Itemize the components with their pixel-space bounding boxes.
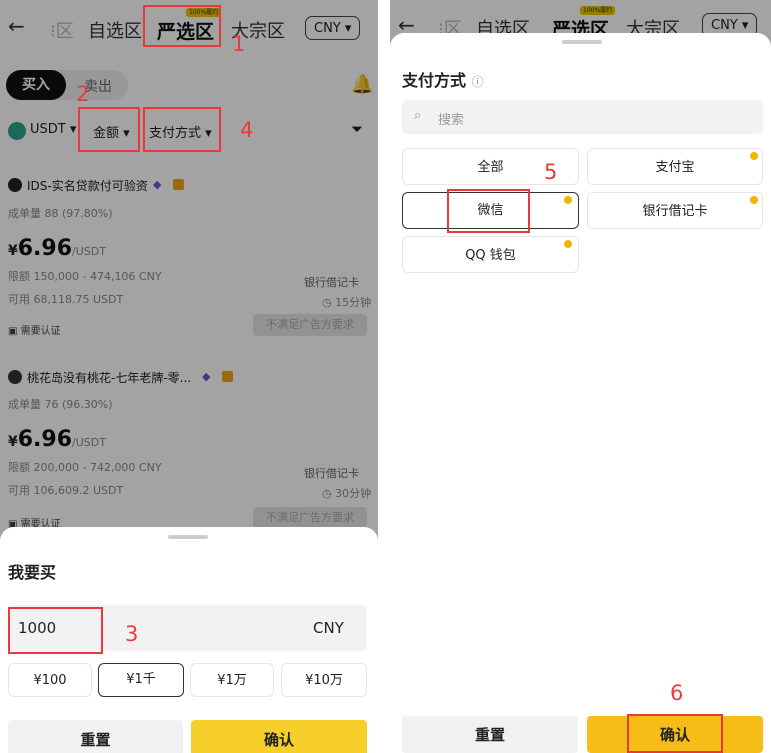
info-icon[interactable]: ⓘ: [472, 75, 484, 89]
sheet-handle[interactable]: [168, 535, 208, 539]
preset-1k[interactable]: ¥1千: [98, 663, 184, 697]
option-qq-wallet[interactable]: QQ 钱包: [402, 236, 579, 273]
annotation-number: 3: [125, 622, 139, 646]
reset-button[interactable]: 重置: [8, 720, 183, 753]
coin-icon: [750, 196, 758, 204]
search-input[interactable]: ⌕ 搜索: [402, 100, 763, 134]
annotation-box: [447, 189, 530, 233]
sheet-handle[interactable]: [562, 40, 602, 44]
annotation-number: 6: [670, 681, 684, 705]
amount-currency: CNY: [313, 619, 344, 637]
annotation-number: 2: [76, 82, 90, 106]
sheet-title: 我要买: [8, 563, 57, 582]
coin-icon: [750, 152, 758, 160]
confirm-button[interactable]: 确认: [191, 720, 367, 753]
coin-icon: [564, 196, 572, 204]
option-debit-card[interactable]: 银行借记卡: [587, 192, 763, 229]
option-alipay[interactable]: 支付宝: [587, 148, 763, 185]
left-screen: ← ⁝区 自选区 严选区 100%履约 大宗区 CNY ▾ 买入 卖出 🔔 US…: [0, 0, 378, 753]
right-screen: ← ⁝区 自选区 严选区 100%履约 大宗区 CNY ▾ 支付方式 ⓘ ⌕ 搜…: [390, 0, 771, 753]
search-icon: ⌕: [414, 108, 422, 123]
buy-amount-sheet: 我要买 1000 CNY 3 ¥100 ¥1千 ¥1万 ¥10万 重置 确认: [0, 527, 378, 753]
preset-100[interactable]: ¥100: [8, 663, 92, 697]
preset-10k[interactable]: ¥1万: [190, 663, 274, 697]
annotation-number: 5: [544, 160, 558, 184]
annotation-box: [143, 5, 221, 47]
payment-method-sheet: 支付方式 ⓘ ⌕ 搜索 全部 支付宝 微信 银行借记卡 QQ 钱包 5 重置 确…: [390, 33, 771, 753]
search-placeholder: 搜索: [438, 113, 465, 128]
coin-icon: [564, 240, 572, 248]
annotation-box: [78, 107, 140, 152]
annotation-box: [143, 107, 221, 152]
sheet-title: 支付方式 ⓘ: [402, 71, 484, 90]
annotation-number: 1: [232, 32, 246, 56]
annotation-box: [627, 714, 723, 753]
annotation-box: [8, 607, 103, 654]
screen-divider: [378, 0, 390, 753]
annotation-number: 4: [240, 118, 254, 142]
preset-100k[interactable]: ¥10万: [281, 663, 367, 697]
reset-button[interactable]: 重置: [402, 716, 578, 753]
